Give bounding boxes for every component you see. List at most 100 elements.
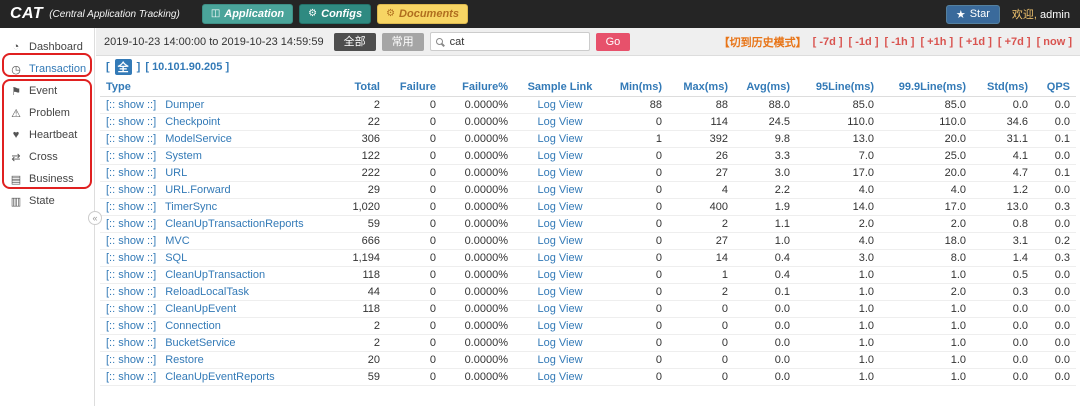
- header-min[interactable]: Min(ms): [606, 78, 668, 97]
- type-link[interactable]: URL.Forward: [165, 184, 230, 196]
- show-toggle-link[interactable]: [:: show ::]: [106, 235, 156, 247]
- log-view-link[interactable]: Log View: [537, 371, 582, 383]
- type-link[interactable]: TimerSync: [165, 201, 217, 213]
- log-view-link[interactable]: Log View: [537, 235, 582, 247]
- sidebar-item-business[interactable]: ▤ Business: [0, 168, 94, 190]
- log-view-link[interactable]: Log View: [537, 252, 582, 264]
- show-toggle-link[interactable]: [:: show ::]: [106, 354, 156, 366]
- show-toggle-link[interactable]: [:: show ::]: [106, 116, 156, 128]
- type-link[interactable]: ReloadLocalTask: [165, 286, 249, 298]
- time-link-now[interactable]: [ now ]: [1037, 36, 1072, 48]
- time-link-plus-1h[interactable]: [ +1h ]: [920, 36, 953, 48]
- heartbeat-heart-icon: ♥: [12, 129, 20, 141]
- show-toggle-link[interactable]: [:: show ::]: [106, 320, 156, 332]
- log-view-link[interactable]: Log View: [537, 269, 582, 281]
- type-link[interactable]: BucketService: [165, 337, 235, 349]
- time-link-minus-1h[interactable]: [ -1h ]: [885, 36, 915, 48]
- sidebar-item-transaction[interactable]: ◷ Transaction: [0, 58, 94, 80]
- show-toggle-link[interactable]: [:: show ::]: [106, 150, 156, 162]
- show-toggle-link[interactable]: [:: show ::]: [106, 337, 156, 349]
- type-link[interactable]: CleanUpEvent: [165, 303, 236, 315]
- all-filter-button[interactable]: 全部: [333, 32, 376, 51]
- log-view-link[interactable]: Log View: [537, 303, 582, 315]
- type-link[interactable]: System: [165, 150, 202, 162]
- time-link-minus-7d[interactable]: [ -7d ]: [813, 36, 843, 48]
- type-link[interactable]: SQL: [165, 252, 187, 264]
- show-toggle-link[interactable]: [:: show ::]: [106, 218, 156, 230]
- show-toggle-link[interactable]: [:: show ::]: [106, 371, 156, 383]
- type-link[interactable]: Dumper: [165, 99, 204, 111]
- failure-cell: 0: [386, 96, 442, 114]
- qps-cell: 0.0: [1034, 113, 1076, 131]
- type-link[interactable]: CleanUpTransaction: [165, 269, 265, 281]
- sidebar-item-problem[interactable]: ⚠ Problem: [0, 102, 94, 124]
- all-machines-badge[interactable]: 全: [114, 59, 132, 75]
- type-link[interactable]: Restore: [165, 354, 204, 366]
- failure-pct-cell: 0.0000%: [442, 249, 514, 267]
- nav-application-button[interactable]: ◫ Application: [201, 4, 294, 24]
- sidebar-item-state[interactable]: ▥ State: [0, 190, 94, 212]
- go-button[interactable]: Go: [595, 32, 631, 51]
- time-link-minus-1d[interactable]: [ -1d ]: [849, 36, 879, 48]
- time-link-plus-7d[interactable]: [ +7d ]: [998, 36, 1031, 48]
- show-toggle-link[interactable]: [:: show ::]: [106, 133, 156, 145]
- log-view-link[interactable]: Log View: [537, 354, 582, 366]
- max-cell: 400: [668, 198, 734, 216]
- std-cell: 0.5: [972, 266, 1034, 284]
- welcome-user[interactable]: 欢迎, admin: [1012, 6, 1070, 22]
- header-total[interactable]: Total: [324, 78, 386, 97]
- sidebar-item-event[interactable]: ⚑ Event: [0, 80, 94, 102]
- log-view-link[interactable]: Log View: [537, 218, 582, 230]
- sidebar-item-dashboard[interactable]: ◔ Dashboard: [0, 36, 94, 58]
- type-link[interactable]: Checkpoint: [165, 116, 220, 128]
- star-button[interactable]: ★ Star: [945, 4, 1000, 24]
- show-toggle-link[interactable]: [:: show ::]: [106, 286, 156, 298]
- machine-ip-link[interactable]: [ 10.101.90.205 ]: [145, 61, 229, 73]
- log-view-link[interactable]: Log View: [537, 337, 582, 349]
- header-999line[interactable]: 99.9Line(ms): [880, 78, 972, 97]
- log-view-link[interactable]: Log View: [537, 167, 582, 179]
- show-toggle-link[interactable]: [:: show ::]: [106, 269, 156, 281]
- header-std[interactable]: Std(ms): [972, 78, 1034, 97]
- log-view-link[interactable]: Log View: [537, 184, 582, 196]
- avg-cell: 24.5: [734, 113, 796, 131]
- common-filter-button[interactable]: 常用: [381, 32, 424, 51]
- log-view-link[interactable]: Log View: [537, 116, 582, 128]
- sidebar-item-heartbeat[interactable]: ♥ Heartbeat: [0, 124, 94, 146]
- header-qps[interactable]: QPS: [1034, 78, 1076, 97]
- time-link-plus-1d[interactable]: [ +1d ]: [959, 36, 992, 48]
- header-max[interactable]: Max(ms): [668, 78, 734, 97]
- type-link[interactable]: ModelService: [165, 133, 232, 145]
- log-view-link[interactable]: Log View: [537, 150, 582, 162]
- show-toggle-link[interactable]: [:: show ::]: [106, 184, 156, 196]
- type-link[interactable]: Connection: [165, 320, 221, 332]
- header-avg[interactable]: Avg(ms): [734, 78, 796, 97]
- log-view-link[interactable]: Log View: [537, 133, 582, 145]
- log-view-link[interactable]: Log View: [537, 286, 582, 298]
- show-toggle-link[interactable]: [:: show ::]: [106, 167, 156, 179]
- show-toggle-link[interactable]: [:: show ::]: [106, 99, 156, 111]
- header-failure-pct[interactable]: Failure%: [442, 78, 514, 97]
- sidebar-collapse-toggle[interactable]: «: [88, 211, 102, 225]
- search-input[interactable]: [447, 34, 573, 49]
- type-link[interactable]: MVC: [165, 235, 189, 247]
- header-type[interactable]: Type: [100, 78, 324, 97]
- 999line-cell: 1.0: [880, 300, 972, 318]
- log-view-link[interactable]: Log View: [537, 201, 582, 213]
- switch-history-mode-link[interactable]: 【切到历史模式】: [719, 34, 807, 50]
- log-view-link[interactable]: Log View: [537, 99, 582, 111]
- show-toggle-link[interactable]: [:: show ::]: [106, 201, 156, 213]
- header-sample-link[interactable]: Sample Link: [514, 78, 606, 97]
- show-toggle-link[interactable]: [:: show ::]: [106, 303, 156, 315]
- nav-configs-button[interactable]: ⚙ Configs: [299, 4, 372, 24]
- header-95line[interactable]: 95Line(ms): [796, 78, 880, 97]
- type-link[interactable]: CleanUpTransactionReports: [165, 218, 303, 230]
- sidebar-item-cross[interactable]: ⇄ Cross: [0, 146, 94, 168]
- 999line-cell: 20.0: [880, 164, 972, 182]
- log-view-link[interactable]: Log View: [537, 320, 582, 332]
- header-failure[interactable]: Failure: [386, 78, 442, 97]
- show-toggle-link[interactable]: [:: show ::]: [106, 252, 156, 264]
- type-link[interactable]: URL: [165, 167, 187, 179]
- nav-documents-button[interactable]: ⚙ Documents: [377, 4, 468, 24]
- type-link[interactable]: CleanUpEventReports: [165, 371, 274, 383]
